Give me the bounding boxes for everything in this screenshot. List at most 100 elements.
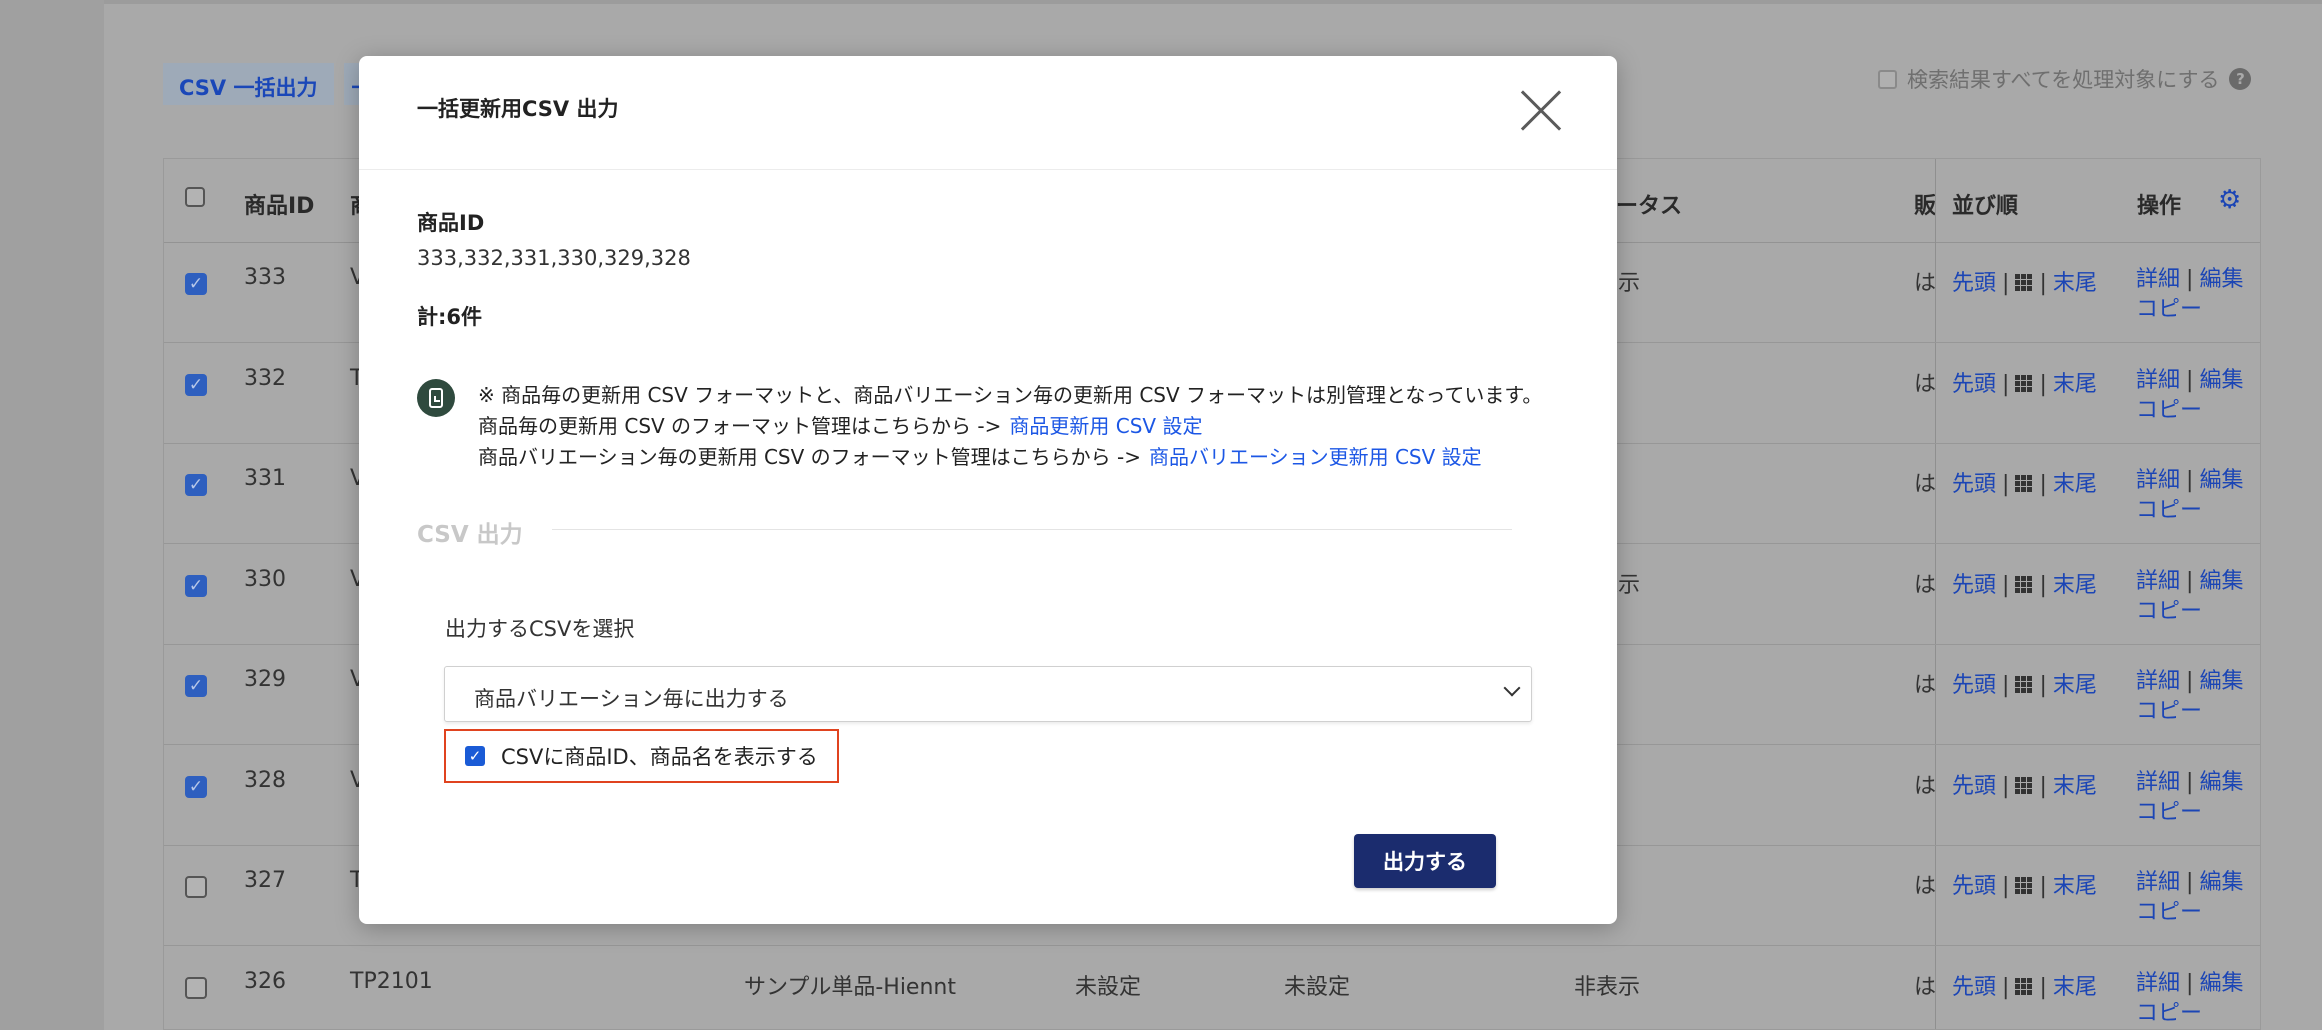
csv-type-select[interactable]: 商品バリエーション毎に出力する xyxy=(444,666,1532,722)
detail-link[interactable]: 詳細 xyxy=(2136,569,2180,594)
total-count: 計:6件 xyxy=(417,305,483,329)
grid-icon[interactable] xyxy=(2015,676,2034,694)
move-last-link[interactable]: 末尾 xyxy=(2053,573,2097,598)
row-product-code: TP2101 xyxy=(350,968,433,994)
export-button[interactable]: 出力する xyxy=(1354,834,1496,888)
grid-icon[interactable] xyxy=(2015,475,2034,493)
row-operations: 詳細 | 編集 コピー xyxy=(2136,466,2243,526)
move-first-link[interactable]: 先頭 xyxy=(1952,874,1996,899)
row-select-checkbox[interactable]: ✓ xyxy=(185,273,207,295)
format-notes: ※ 商品毎の更新用 CSV フォーマットと、商品バリエーション毎の更新用 CSV… xyxy=(478,380,1542,473)
move-last-link[interactable]: 末尾 xyxy=(2053,774,2097,799)
select-all-results[interactable]: 検索結果すべてを処理対象にする ? xyxy=(1878,64,2252,94)
detail-link[interactable]: 詳細 xyxy=(2136,468,2180,493)
background-top-divider xyxy=(104,0,2322,4)
copy-link[interactable]: コピー xyxy=(2136,900,2202,925)
grid-icon[interactable] xyxy=(2015,274,2034,292)
row-operations: 詳細 | 編集コピー xyxy=(2136,768,2243,828)
copy-link[interactable]: コピー xyxy=(2136,297,2202,322)
product-csv-settings-link[interactable]: 商品更新用 CSV 設定 xyxy=(1009,414,1202,438)
row-select-checkbox[interactable] xyxy=(185,876,207,898)
edit-link[interactable]: 編集 xyxy=(2199,870,2243,895)
header-sort-order: 並び順 xyxy=(1952,194,2019,219)
separator: | xyxy=(2186,769,2194,795)
move-last-link[interactable]: 末尾 xyxy=(2053,673,2097,698)
separator: | xyxy=(2002,673,2010,698)
gear-icon[interactable]: ⚙ xyxy=(2218,185,2241,215)
separator: | xyxy=(2186,870,2194,895)
detail-link[interactable]: 詳細 xyxy=(2136,870,2180,895)
separator: | xyxy=(2186,568,2194,594)
show-id-name-checkbox[interactable]: ✓ xyxy=(465,746,485,766)
header-status: ータス xyxy=(1616,194,1683,219)
show-id-name-option[interactable]: ✓ CSVに商品ID、商品名を表示する xyxy=(444,729,839,783)
move-last-link[interactable]: 末尾 xyxy=(2053,372,2097,397)
row-sales: は xyxy=(1914,472,1937,497)
move-first-link[interactable]: 先頭 xyxy=(1952,573,1996,598)
chevron-down-icon xyxy=(1501,679,1523,701)
detail-link[interactable]: 詳細 xyxy=(2136,368,2180,393)
move-first-link[interactable]: 先頭 xyxy=(1952,774,1996,799)
csv-select-label: 出力するCSVを選択 xyxy=(445,617,635,641)
header-select-checkbox[interactable] xyxy=(185,187,205,207)
help-icon[interactable]: ? xyxy=(2229,68,2252,90)
move-first-link[interactable]: 先頭 xyxy=(1952,372,1996,397)
row-sales: は xyxy=(1914,572,1937,598)
edit-link[interactable]: 編集 xyxy=(2199,468,2243,493)
note-line-2-text: 商品毎の更新用 CSV のフォーマット管理はこちらから -> xyxy=(478,414,1002,438)
grid-icon[interactable] xyxy=(2015,776,2034,795)
copy-link[interactable]: コピー xyxy=(2136,398,2202,423)
move-first-link[interactable]: 先頭 xyxy=(1952,271,1996,296)
edit-link[interactable]: 編集 xyxy=(2199,971,2243,996)
copy-link[interactable]: コピー xyxy=(2136,599,2202,624)
separator: | xyxy=(2002,371,2010,397)
detail-link[interactable]: 詳細 xyxy=(2136,267,2180,292)
section-divider xyxy=(552,529,1512,530)
move-last-link[interactable]: 末尾 xyxy=(2053,975,2097,1000)
variation-csv-settings-link[interactable]: 商品バリエーション更新用 CSV 設定 xyxy=(1149,445,1482,469)
copy-link[interactable]: コピー xyxy=(2136,1001,2202,1026)
row-sort-controls: 先頭 | | 末尾 xyxy=(1952,265,2097,297)
row-select-checkbox[interactable] xyxy=(185,976,207,999)
move-first-link[interactable]: 先頭 xyxy=(1952,673,1996,698)
product-id-label: 商品ID xyxy=(417,211,485,235)
separator: | xyxy=(2039,371,2047,397)
row-select-checkbox[interactable]: ✓ xyxy=(185,775,207,798)
edit-link[interactable]: 編集 xyxy=(2199,569,2243,594)
row-select-checkbox[interactable]: ✓ xyxy=(185,373,207,396)
grid-icon[interactable] xyxy=(2015,977,2034,996)
select-all-label: 検索結果すべてを処理対象にする xyxy=(1907,68,2220,92)
edit-link[interactable]: 編集 xyxy=(2199,368,2243,393)
csv-bulk-export-tab[interactable]: CSV 一括出力 xyxy=(163,63,334,105)
edit-link[interactable]: 編集 xyxy=(2199,669,2243,694)
move-first-link[interactable]: 先頭 xyxy=(1952,472,1996,497)
close-icon[interactable] xyxy=(1519,89,1563,133)
detail-link[interactable]: 詳細 xyxy=(2136,669,2180,694)
edit-link[interactable]: 編集 xyxy=(2199,267,2243,292)
move-last-link[interactable]: 末尾 xyxy=(2053,874,2097,899)
separator: | xyxy=(2186,367,2194,393)
copy-link[interactable]: コピー xyxy=(2136,498,2202,523)
row-product-id: 328 xyxy=(244,767,286,793)
row-sales: は xyxy=(1914,673,1937,698)
detail-link[interactable]: 詳細 xyxy=(2136,770,2180,795)
select-all-checkbox[interactable] xyxy=(1878,69,1897,89)
move-last-link[interactable]: 末尾 xyxy=(2053,472,2097,497)
row-select-checkbox[interactable]: ✓ xyxy=(185,474,207,496)
grid-icon[interactable] xyxy=(2015,575,2034,594)
move-first-link[interactable]: 先頭 xyxy=(1952,975,1996,1000)
grid-icon[interactable] xyxy=(2015,877,2034,895)
row-select-checkbox[interactable]: ✓ xyxy=(185,574,207,597)
copy-link[interactable]: コピー xyxy=(2136,699,2202,724)
separator: | xyxy=(2002,572,2010,598)
separator: | xyxy=(2002,874,2010,899)
move-last-link[interactable]: 末尾 xyxy=(2053,271,2097,296)
separator: | xyxy=(2186,669,2194,694)
detail-link[interactable]: 詳細 xyxy=(2136,971,2180,996)
edit-link[interactable]: 編集 xyxy=(2199,770,2243,795)
modal-header: 一括更新用CSV 出力 xyxy=(359,56,1617,170)
row-product-id: 329 xyxy=(244,667,286,692)
row-select-checkbox[interactable]: ✓ xyxy=(185,675,207,697)
grid-icon[interactable] xyxy=(2015,374,2034,393)
copy-link[interactable]: コピー xyxy=(2136,800,2202,825)
